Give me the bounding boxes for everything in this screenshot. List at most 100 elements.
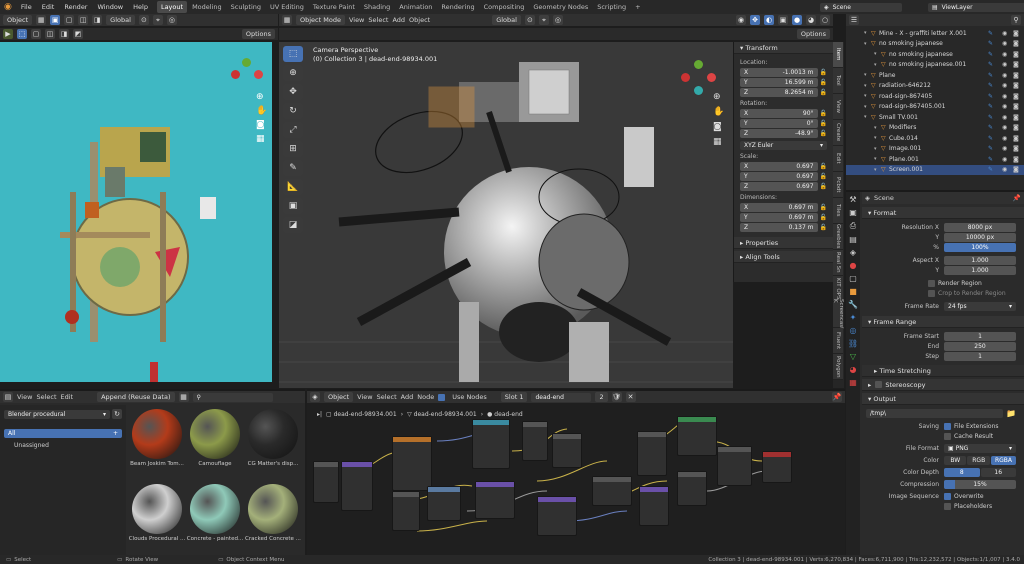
view-layer-icon[interactable]: ▤: [849, 235, 857, 244]
rotation-z-field[interactable]: Z -48.9°: [740, 129, 818, 138]
select-mode-icon[interactable]: ▣: [50, 15, 61, 25]
expand-arrow-icon[interactable]: ▾: [864, 72, 871, 78]
dimension-z-field[interactable]: Z 0.137 m: [740, 223, 818, 232]
gizmo-z-icon[interactable]: [231, 70, 240, 79]
frame-step-field[interactable]: 1: [944, 351, 1016, 361]
tool-settings-icon[interactable]: ⚒: [849, 195, 856, 204]
eye-icon[interactable]: ◉: [1002, 40, 1013, 47]
asset-item[interactable]: Clouds Procedural ...: [128, 483, 186, 556]
filter-icon[interactable]: ⚲: [1011, 15, 1021, 25]
expand-arrow-icon[interactable]: ▾: [874, 51, 881, 57]
node-box[interactable]: [313, 461, 339, 503]
frame-start-field[interactable]: 1: [944, 331, 1016, 341]
output-icon[interactable]: ⎙: [850, 221, 856, 231]
add-workspace-button[interactable]: +: [631, 1, 644, 13]
outliner-row[interactable]: ▾ ▽ no smoking japanese.001 ✎ ◉ ◙: [846, 60, 1024, 71]
outliner-row[interactable]: ▾ ▽ Plane.001 ✎ ◉ ◙: [846, 154, 1024, 165]
tab-sculpting[interactable]: Sculpting: [227, 1, 265, 13]
eye-icon[interactable]: ◉: [1002, 82, 1013, 89]
sidebar-tab-item[interactable]: Item: [833, 42, 843, 68]
tool-tweak-icon[interactable]: ◩: [73, 29, 83, 39]
file-extensions-checkbox[interactable]: [944, 422, 951, 430]
tab-animation[interactable]: Animation: [395, 1, 436, 13]
sidebar-tab-polygon[interactable]: Polygon: [833, 354, 843, 380]
main-pan-icon[interactable]: ✋: [713, 107, 724, 117]
main-gizmo-neg-x-icon[interactable]: [681, 73, 690, 82]
lock-icon[interactable]: 🔓: [820, 89, 827, 96]
sidebar-tab-fluent[interactable]: Fluent: [833, 328, 843, 354]
lock-icon[interactable]: 🔓: [820, 183, 827, 190]
lock-icon[interactable]: 🔓: [820, 214, 827, 221]
main-grid-icon[interactable]: ▦: [713, 137, 724, 147]
catalog-add-icon[interactable]: +: [113, 430, 118, 437]
outliner-row[interactable]: ▾ ▽ Screen.001 ✎ ◉ ◙: [846, 164, 1024, 175]
texture-icon[interactable]: ▦: [849, 378, 857, 387]
scene-tab-icon[interactable]: ◈: [850, 248, 856, 257]
expand-arrow-icon[interactable]: ▾: [874, 62, 881, 68]
main-zoom-icon[interactable]: ⊕: [713, 92, 724, 102]
camera-render-icon[interactable]: ◙: [1013, 30, 1024, 37]
outliner-row[interactable]: ▾ ▽ Plane ✎ ◉ ◙: [846, 70, 1024, 81]
expand-arrow-icon[interactable]: ▾: [864, 114, 871, 120]
overlay-toggle-icon[interactable]: ◐: [764, 15, 774, 25]
object-mode-dropdown[interactable]: Object Mode: [296, 15, 345, 25]
eye-icon[interactable]: ◉: [1002, 135, 1013, 142]
sidebar-tab-real-sn[interactable]: Real Sn: [833, 250, 843, 276]
material-icon[interactable]: ◕: [850, 365, 857, 374]
node-box[interactable]: [639, 486, 669, 526]
select-tool-icon[interactable]: ⬚: [283, 46, 303, 62]
main-gizmo-x-icon[interactable]: [707, 73, 716, 82]
frame-range-section-header[interactable]: ▾ Frame Range: [862, 316, 1024, 328]
camera-render-icon[interactable]: ◙: [1013, 103, 1024, 110]
import-mode-dropdown[interactable]: Append (Reuse Data): [97, 392, 175, 402]
tab-compositing[interactable]: Compositing: [480, 1, 529, 13]
view-icon[interactable]: ▦: [36, 15, 47, 25]
outliner-row[interactable]: ▾ ▽ Modifiers ✎ ◉ ◙: [846, 123, 1024, 134]
camera-render-icon[interactable]: ◙: [1013, 124, 1024, 131]
tool-circle-icon[interactable]: ◫: [45, 29, 55, 39]
lock-icon[interactable]: 🔓: [820, 173, 827, 180]
crop-region-checkbox[interactable]: [928, 289, 935, 297]
extra-tool-icon[interactable]: ◪: [283, 217, 303, 233]
eye-icon[interactable]: ◉: [1002, 166, 1013, 173]
location-z-field[interactable]: Z 8.2654 m: [740, 88, 818, 97]
render-icon[interactable]: ▣: [849, 208, 857, 217]
xray-icon[interactable]: ▣: [778, 15, 788, 25]
asset-search-input[interactable]: ⚲: [192, 392, 273, 402]
camera-render-icon[interactable]: ◙: [1013, 82, 1024, 89]
scene-selector[interactable]: ◈ Scene: [820, 2, 902, 12]
pivot-icon[interactable]: ⊙: [138, 15, 149, 25]
sidebar-tab-tiles[interactable]: Tiles: [833, 198, 843, 224]
resolution-y-field[interactable]: 10000 px: [944, 232, 1016, 242]
eye-icon[interactable]: ◉: [1002, 51, 1013, 58]
outliner-row[interactable]: ▾ ▽ Cube.014 ✎ ◉ ◙: [846, 133, 1024, 144]
expand-arrow-icon[interactable]: ▾: [864, 104, 871, 110]
tool-box-icon[interactable]: ▢: [31, 29, 41, 39]
resolution-percent-slider[interactable]: 100%: [944, 242, 1016, 252]
color-rgba-button[interactable]: RGBA: [990, 455, 1017, 465]
asset-menu-select[interactable]: Select: [36, 393, 56, 401]
tab-shading[interactable]: Shading: [360, 1, 394, 13]
main-viewport[interactable]: Camera Perspective (0) Collection 3 | de…: [279, 42, 733, 388]
overwrite-checkbox[interactable]: [944, 492, 951, 500]
sidebar-tab-kit-ops[interactable]: KIT OPS: [833, 276, 843, 302]
outliner-type-icon[interactable]: ☰: [849, 15, 859, 25]
node-box[interactable]: [677, 471, 707, 506]
render-region-checkbox[interactable]: [928, 279, 935, 287]
editor-type-icon[interactable]: ▦: [282, 15, 292, 25]
format-section-header[interactable]: ▾ Format: [862, 207, 1024, 219]
expand-arrow-icon[interactable]: ▾: [864, 30, 871, 36]
menu-view[interactable]: View: [349, 16, 364, 24]
lock-icon[interactable]: 🔓: [820, 69, 827, 76]
outliner-row[interactable]: ▾ ▽ Image.001 ✎ ◉ ◙: [846, 144, 1024, 155]
camera-render-icon[interactable]: ◙: [1013, 93, 1024, 100]
proportional-edit-icon[interactable]: ◎: [552, 15, 563, 25]
lock-icon[interactable]: 🔓: [820, 163, 827, 170]
asset-item[interactable]: Camouflage: [186, 409, 244, 481]
file-format-dropdown[interactable]: ▣ PNG ▾: [944, 443, 1016, 453]
camera-render-icon[interactable]: ◙: [1013, 72, 1024, 79]
menu-object[interactable]: Object: [409, 16, 430, 24]
tab-modeling[interactable]: Modeling: [188, 1, 226, 13]
expand-arrow-icon[interactable]: ▾: [874, 156, 881, 162]
view-layer-selector[interactable]: ▤ ViewLayer: [928, 2, 1024, 12]
